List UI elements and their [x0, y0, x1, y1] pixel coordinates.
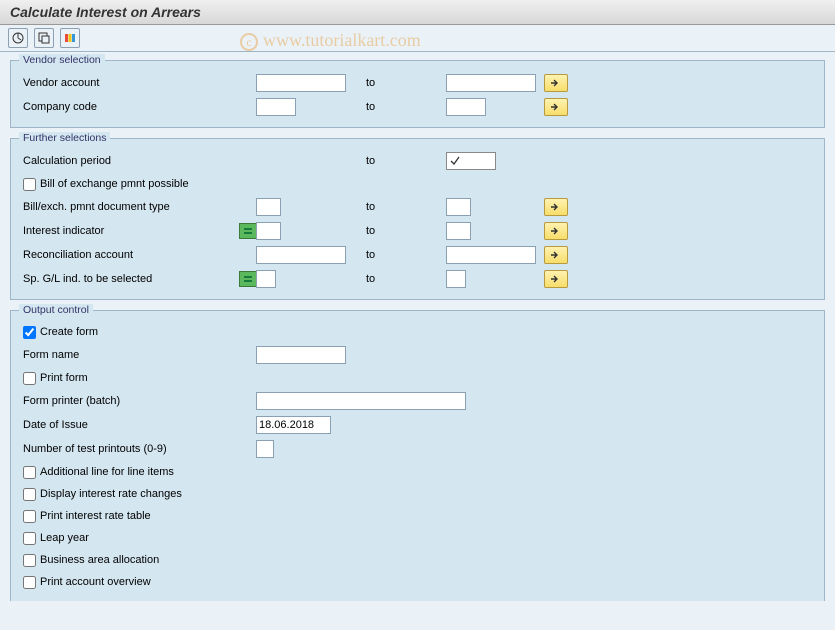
label-to: to — [346, 225, 446, 237]
toolbar — [0, 25, 835, 52]
input-recon-from[interactable] — [256, 246, 346, 264]
equal-icon — [239, 223, 257, 239]
label-form-name: Form name — [21, 349, 256, 361]
multi-select-interest-ind[interactable] — [544, 222, 568, 240]
label-calc-period: Calculation period — [21, 155, 256, 167]
checkbox-display-changes[interactable] — [23, 488, 36, 501]
label-to: to — [346, 273, 446, 285]
checkbox-addl-line[interactable] — [23, 466, 36, 479]
label-company-code: Company code — [21, 101, 256, 113]
variant-button[interactable] — [34, 28, 54, 48]
label-create-form: Create form — [40, 326, 98, 338]
input-sp-gl-from[interactable] — [256, 270, 276, 288]
input-bill-doc-type-to[interactable] — [446, 198, 471, 216]
label-to: to — [346, 77, 446, 89]
group-title-vendor: Vendor selection — [19, 54, 105, 66]
input-num-test[interactable] — [256, 440, 274, 458]
label-recon-account: Reconciliation account — [21, 249, 256, 261]
checkbox-leap-year[interactable] — [23, 532, 36, 545]
input-interest-ind-from[interactable] — [256, 222, 281, 240]
input-interest-ind-to[interactable] — [446, 222, 471, 240]
label-form-printer: Form printer (batch) — [21, 395, 256, 407]
input-company-code-from[interactable] — [256, 98, 296, 116]
label-num-test: Number of test printouts (0-9) — [21, 443, 256, 455]
input-sp-gl-to[interactable] — [446, 270, 466, 288]
label-sp-gl: Sp. G/L ind. to be selected — [21, 271, 256, 287]
input-recon-to[interactable] — [446, 246, 536, 264]
label-bill-exch-possible: Bill of exchange pmnt possible — [40, 178, 189, 190]
input-date-of-issue[interactable] — [256, 416, 331, 434]
group-title-output: Output control — [19, 304, 93, 316]
label-addl-line: Additional line for line items — [40, 466, 174, 478]
label-to: to — [346, 201, 446, 213]
group-further-selections: Further selections Calculation period to… — [10, 138, 825, 300]
input-company-code-to[interactable] — [446, 98, 486, 116]
execute-button[interactable] — [8, 28, 28, 48]
label-ba-alloc: Business area allocation — [40, 554, 159, 566]
label-to: to — [346, 249, 446, 261]
label-leap-year: Leap year — [40, 532, 89, 544]
label-print-table: Print interest rate table — [40, 510, 151, 522]
label-to: to — [346, 101, 446, 113]
label-vendor-account: Vendor account — [21, 77, 256, 89]
group-output-control: Output control Create form Form name Pri… — [10, 310, 825, 601]
label-date-of-issue: Date of Issue — [21, 419, 256, 431]
input-vendor-account-to[interactable] — [446, 74, 536, 92]
input-vendor-account-from[interactable] — [256, 74, 346, 92]
multi-select-vendor-account[interactable] — [544, 74, 568, 92]
equal-icon — [239, 271, 257, 287]
checkbox-bill-exch-possible[interactable] — [23, 178, 36, 191]
checkbox-print-table[interactable] — [23, 510, 36, 523]
multi-select-bill-doc-type[interactable] — [544, 198, 568, 216]
input-form-printer[interactable] — [256, 392, 466, 410]
checkbox-print-form[interactable] — [23, 372, 36, 385]
input-calc-period-to[interactable] — [446, 152, 496, 170]
input-form-name[interactable] — [256, 346, 346, 364]
checkbox-print-overview[interactable] — [23, 576, 36, 589]
checkbox-create-form[interactable] — [23, 326, 36, 339]
group-vendor-selection: Vendor selection Vendor account to Compa… — [10, 60, 825, 128]
window-title: Calculate Interest on Arrears — [0, 0, 835, 25]
multi-select-company-code[interactable] — [544, 98, 568, 116]
label-print-form: Print form — [40, 372, 88, 384]
multi-select-recon[interactable] — [544, 246, 568, 264]
input-bill-doc-type-from[interactable] — [256, 198, 281, 216]
label-display-changes: Display interest rate changes — [40, 488, 182, 500]
multi-select-sp-gl[interactable] — [544, 270, 568, 288]
group-title-further: Further selections — [19, 132, 110, 144]
main-area: Vendor selection Vendor account to Compa… — [0, 52, 835, 630]
label-bill-doc-type: Bill/exch. pmnt document type — [21, 201, 256, 213]
label-print-overview: Print account overview — [40, 576, 151, 588]
color-legend-button[interactable] — [60, 28, 80, 48]
checkbox-ba-alloc[interactable] — [23, 554, 36, 567]
label-interest-indicator: Interest indicator — [21, 223, 256, 239]
label-to: to — [346, 155, 446, 167]
